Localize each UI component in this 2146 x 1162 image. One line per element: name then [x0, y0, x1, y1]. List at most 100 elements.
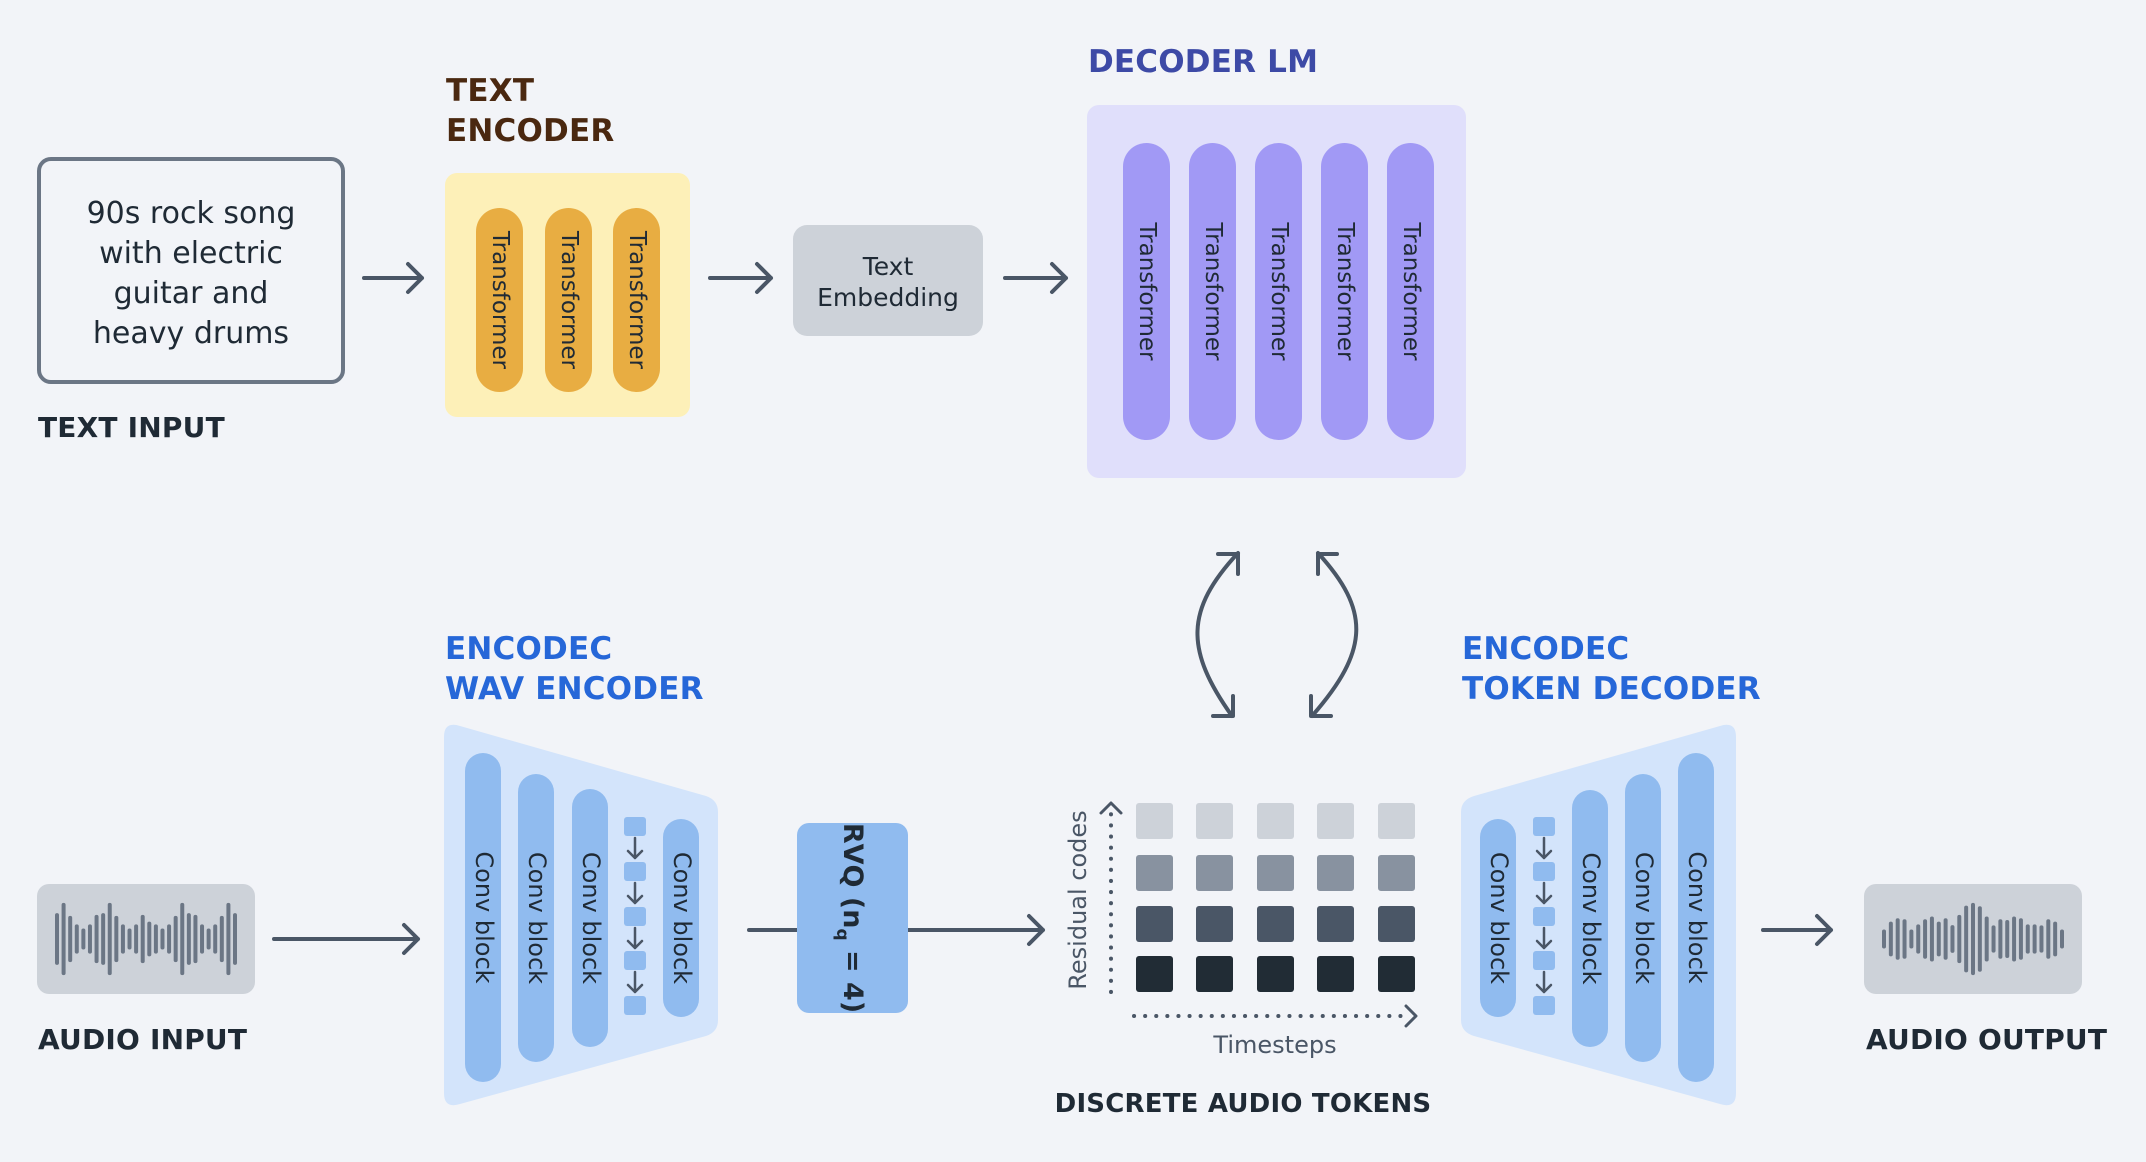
conv-block-label: Conv block: [1630, 852, 1658, 984]
token-decoder-title: TOKEN DECODER: [1462, 671, 1761, 707]
conv-block: Conv block: [518, 774, 554, 1062]
conv-block-label: Conv block: [668, 852, 696, 984]
transformer-block: Transformer: [1387, 143, 1434, 440]
audio-token: [1196, 803, 1233, 839]
arrow-right-icon: [708, 262, 773, 294]
text-encoder-group: TEXT ENCODER Transformer Transformer Trans…: [445, 73, 690, 417]
audio-token: [1378, 956, 1415, 992]
audio-token: [1378, 906, 1415, 942]
diagram-canvas: 90s rock song with electric guitar and h…: [37, 44, 2107, 1119]
y-axis-label: Residual codes: [1064, 810, 1092, 989]
x-axis-arrow-icon: [1132, 1004, 1418, 1028]
arrow-right-icon: [1003, 262, 1068, 294]
conv-block-label: Conv block: [1485, 852, 1513, 984]
step-square: [624, 862, 646, 881]
arrow-right-icon: [272, 923, 420, 955]
step-square: [1533, 951, 1555, 970]
discrete-tokens-group: Residual codes Timesteps DISCRETE AUDIO …: [1055, 801, 1432, 1119]
text-encoder-title: TEXT: [446, 73, 534, 109]
step-square: [1533, 862, 1555, 881]
audio-token: [1257, 906, 1294, 942]
wav-encoder-group: ENCODEC WAV ENCODER Conv block Conv block…: [444, 631, 718, 1106]
audio-input-label: AUDIO INPUT: [38, 1023, 247, 1056]
conv-block-label: Conv block: [523, 852, 551, 984]
conv-block-label: Conv block: [577, 852, 605, 984]
rvq-group: RVQ (nq = 4): [797, 823, 908, 1013]
step-square: [624, 996, 646, 1015]
conv-block: Conv block: [1572, 790, 1608, 1047]
prompt-line: heavy drums: [93, 316, 289, 351]
transformer-block-label: Transformer: [556, 230, 582, 370]
conv-block: Conv block: [465, 753, 501, 1082]
transformer-block-label: Transformer: [1134, 221, 1160, 361]
conv-block-label: Conv block: [470, 851, 498, 983]
arrow-right-icon: [1761, 914, 1833, 946]
audio-token: [1317, 906, 1354, 942]
wav-encoder-title: ENCODEC: [445, 631, 612, 667]
transformer-block: Transformer: [545, 208, 592, 392]
wav-encoder-title: WAV ENCODER: [445, 671, 704, 707]
step-square: [1533, 817, 1555, 836]
token-decoder-title: ENCODEC: [1462, 631, 1629, 667]
audio-token: [1136, 906, 1173, 942]
audio-input-group: AUDIO INPUT: [37, 884, 255, 1056]
text-encoder-title: ENCODER: [446, 113, 614, 149]
conv-block: Conv block: [1480, 819, 1516, 1017]
y-axis-arrow-icon: [1099, 801, 1123, 994]
transformer-block: Transformer: [1189, 143, 1236, 440]
audio-token: [1196, 855, 1233, 891]
transformer-block-label: Transformer: [1200, 221, 1226, 361]
transformer-block-label: Transformer: [624, 230, 650, 370]
audio-token: [1257, 956, 1294, 992]
x-axis-label: Timesteps: [1212, 1031, 1336, 1059]
transformer-block: Transformer: [1321, 143, 1368, 440]
audio-token: [1317, 855, 1354, 891]
audio-token: [1196, 906, 1233, 942]
audio-token: [1317, 956, 1354, 992]
discrete-tokens-title: DISCRETE AUDIO TOKENS: [1055, 1089, 1432, 1119]
transformer-block: Transformer: [1123, 143, 1170, 440]
conv-block: Conv block: [663, 819, 699, 1017]
text-input-label: TEXT INPUT: [38, 411, 225, 444]
text-embedding-label: Embedding: [817, 283, 959, 312]
transformer-block-label: Transformer: [1332, 221, 1358, 361]
prompt-line: with electric: [99, 236, 283, 271]
audio-token: [1136, 803, 1173, 839]
decoder-lm-group: DECODER LM Transformer Transformer Transfo…: [1087, 44, 1466, 478]
token-decoder-group: ENCODEC TOKEN DECODER Conv block Conv blo…: [1461, 631, 1761, 1106]
arrow-right-icon: [362, 262, 424, 294]
transformer-block-label: Transformer: [487, 230, 513, 370]
audio-token: [1378, 803, 1415, 839]
prompt-line: 90s rock song: [87, 196, 296, 231]
audio-token: [1257, 803, 1294, 839]
conv-block: Conv block: [572, 789, 608, 1047]
step-square: [1533, 996, 1555, 1015]
audio-token: [1196, 956, 1233, 992]
step-square: [624, 907, 646, 926]
musicgen-architecture-diagram: 90s rock song with electric guitar and h…: [0, 0, 2146, 1162]
text-embedding-group: Text Embedding: [793, 225, 983, 336]
conv-block-label: Conv block: [1683, 851, 1711, 983]
loop-arrows-icon: [1195, 551, 1359, 718]
conv-block-label: Conv block: [1577, 852, 1605, 984]
transformer-block: Transformer: [613, 208, 660, 392]
audio-token: [1136, 855, 1173, 891]
audio-token: [1378, 855, 1415, 891]
token-grid: [1136, 803, 1415, 992]
prompt-line: guitar and: [114, 276, 269, 311]
transformer-block: Transformer: [1255, 143, 1302, 440]
audio-token: [1257, 855, 1294, 891]
step-square: [1533, 907, 1555, 926]
transformer-block-label: Transformer: [1266, 221, 1292, 361]
audio-token: [1317, 803, 1354, 839]
audio-output-label: AUDIO OUTPUT: [1866, 1023, 2107, 1056]
decoder-lm-title: DECODER LM: [1088, 44, 1318, 80]
step-square: [624, 951, 646, 970]
transformer-block: Transformer: [476, 208, 523, 392]
conv-block: Conv block: [1678, 753, 1714, 1082]
audio-token: [1136, 956, 1173, 992]
step-square: [624, 817, 646, 836]
audio-output-group: AUDIO OUTPUT: [1864, 884, 2107, 1056]
transformer-block-label: Transformer: [1398, 221, 1424, 361]
conv-block: Conv block: [1625, 774, 1661, 1062]
